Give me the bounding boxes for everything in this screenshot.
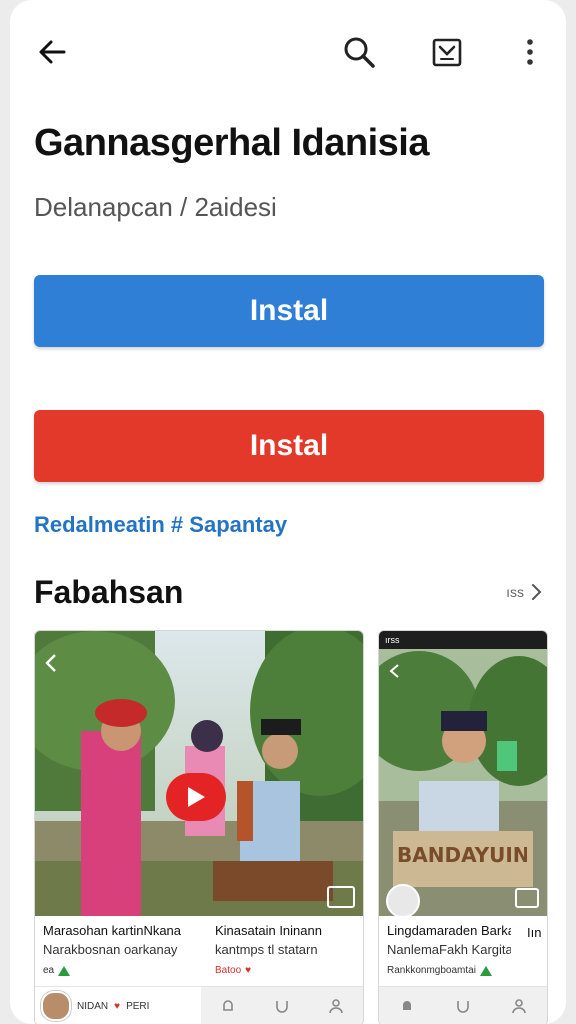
sign-text: BANDAYUIN [397, 843, 527, 867]
card-3-title: Lingdamaraden Barkan [387, 923, 511, 938]
thumbnail-back-icon [387, 663, 403, 684]
thumbnail-back-icon [43, 653, 59, 678]
install-button-secondary[interactable]: Instal [34, 410, 544, 482]
card-1-title: Marasohan kartinNkana [43, 923, 182, 938]
person-icon [512, 999, 526, 1014]
profile-nav-button[interactable] [309, 987, 363, 1024]
card-1-meta: ea [43, 965, 193, 976]
cart-button[interactable] [425, 30, 469, 74]
camera-icon [515, 888, 539, 908]
app-subtitle: Delanapcan / 2aidesi [34, 192, 277, 222]
cup-icon [276, 1001, 288, 1013]
phone-screen: Gannasgerhal Idanisia Delanapcan / 2aide… [10, 0, 566, 1024]
shopping-bag-icon [432, 38, 462, 67]
green-triangle-icon [58, 965, 71, 976]
more-vert-icon [527, 39, 533, 65]
top-app-bar [10, 0, 566, 100]
card-1-bottom-bar: NIDAN ♥ PERI [35, 986, 363, 1024]
bell-icon [223, 1000, 233, 1011]
play-button[interactable] [166, 773, 226, 821]
overflow-menu-button[interactable] [508, 30, 552, 74]
library-nav-button[interactable] [435, 987, 491, 1024]
card-2-meta-label: Batoo [215, 965, 242, 976]
play-icon [188, 787, 205, 807]
video-card-1[interactable]: Marasohan kartinNkana Narakbosnan oarkan… [34, 630, 364, 1024]
card-3-meta: Rankkonmgboamtai [387, 965, 511, 976]
card-2-subtitle: kantmps tl statarn [215, 942, 318, 957]
install-button-primary[interactable]: Instal [34, 275, 544, 347]
card-2-bottom-bar [379, 986, 547, 1024]
section-title: Fabahsan [34, 574, 184, 610]
cup-icon [457, 1001, 469, 1013]
search-icon [344, 37, 375, 68]
card-3-extra-label: Iın [527, 925, 542, 940]
caption-icon [327, 886, 355, 908]
video-card-2[interactable]: ırss BANDAYUIN Lingdamaraden Barkan Nanl… [378, 630, 548, 1024]
status-bar-text: ırss [385, 635, 400, 645]
channel-name: NIDAN [77, 1000, 109, 1012]
see-more-button[interactable]: ıss [506, 583, 542, 601]
card-2-title: Kinasatain Ininann [215, 923, 322, 938]
video-thumbnail[interactable] [35, 631, 363, 916]
home-nav-button[interactable] [379, 987, 435, 1024]
card-1-text: Marasohan kartinNkana Narakbosnan oarkan… [43, 923, 193, 976]
search-button[interactable] [337, 30, 381, 74]
card-3-subtitle: NanlemaFakh Kargitai [387, 942, 511, 957]
bell-icon [403, 1001, 411, 1010]
person-icon [329, 999, 343, 1014]
app-title: Gannasgerhal Idanisia [34, 122, 429, 164]
card-2-text: Kinasatain Ininann kantmps tl statarn Ba… [215, 923, 355, 976]
card-3-text: Lingdamaraden Barkan NanlemaFakh Kargita… [387, 923, 511, 976]
channel-info[interactable]: NIDAN ♥ PERI [35, 987, 201, 1024]
thumbnail-image [379, 631, 547, 916]
back-button[interactable] [30, 30, 74, 74]
green-triangle-icon [479, 965, 492, 976]
card-2-meta: Batoo ♥ [215, 965, 355, 976]
chevron-right-icon [532, 584, 542, 600]
heart-icon: ♥ [245, 965, 252, 976]
card-1-meta-label: ea [43, 965, 55, 976]
channel-extra: PERI [126, 1000, 150, 1012]
home-nav-button[interactable] [201, 987, 255, 1024]
card-1-subtitle: Narakbosnan oarkanay [43, 942, 178, 957]
info-link[interactable]: Redalmeatin # Sapantay [34, 512, 287, 538]
avatar [41, 991, 71, 1021]
heart-icon: ♥ [114, 1000, 121, 1012]
see-more-label: ıss [506, 584, 524, 600]
library-nav-button[interactable] [255, 987, 309, 1024]
profile-nav-button[interactable] [491, 987, 547, 1024]
arrow-left-icon [39, 40, 66, 64]
video-thumbnail[interactable]: ırss BANDAYUIN [379, 631, 547, 916]
card-3-meta-label: Rankkonmgboamtai [387, 965, 476, 976]
